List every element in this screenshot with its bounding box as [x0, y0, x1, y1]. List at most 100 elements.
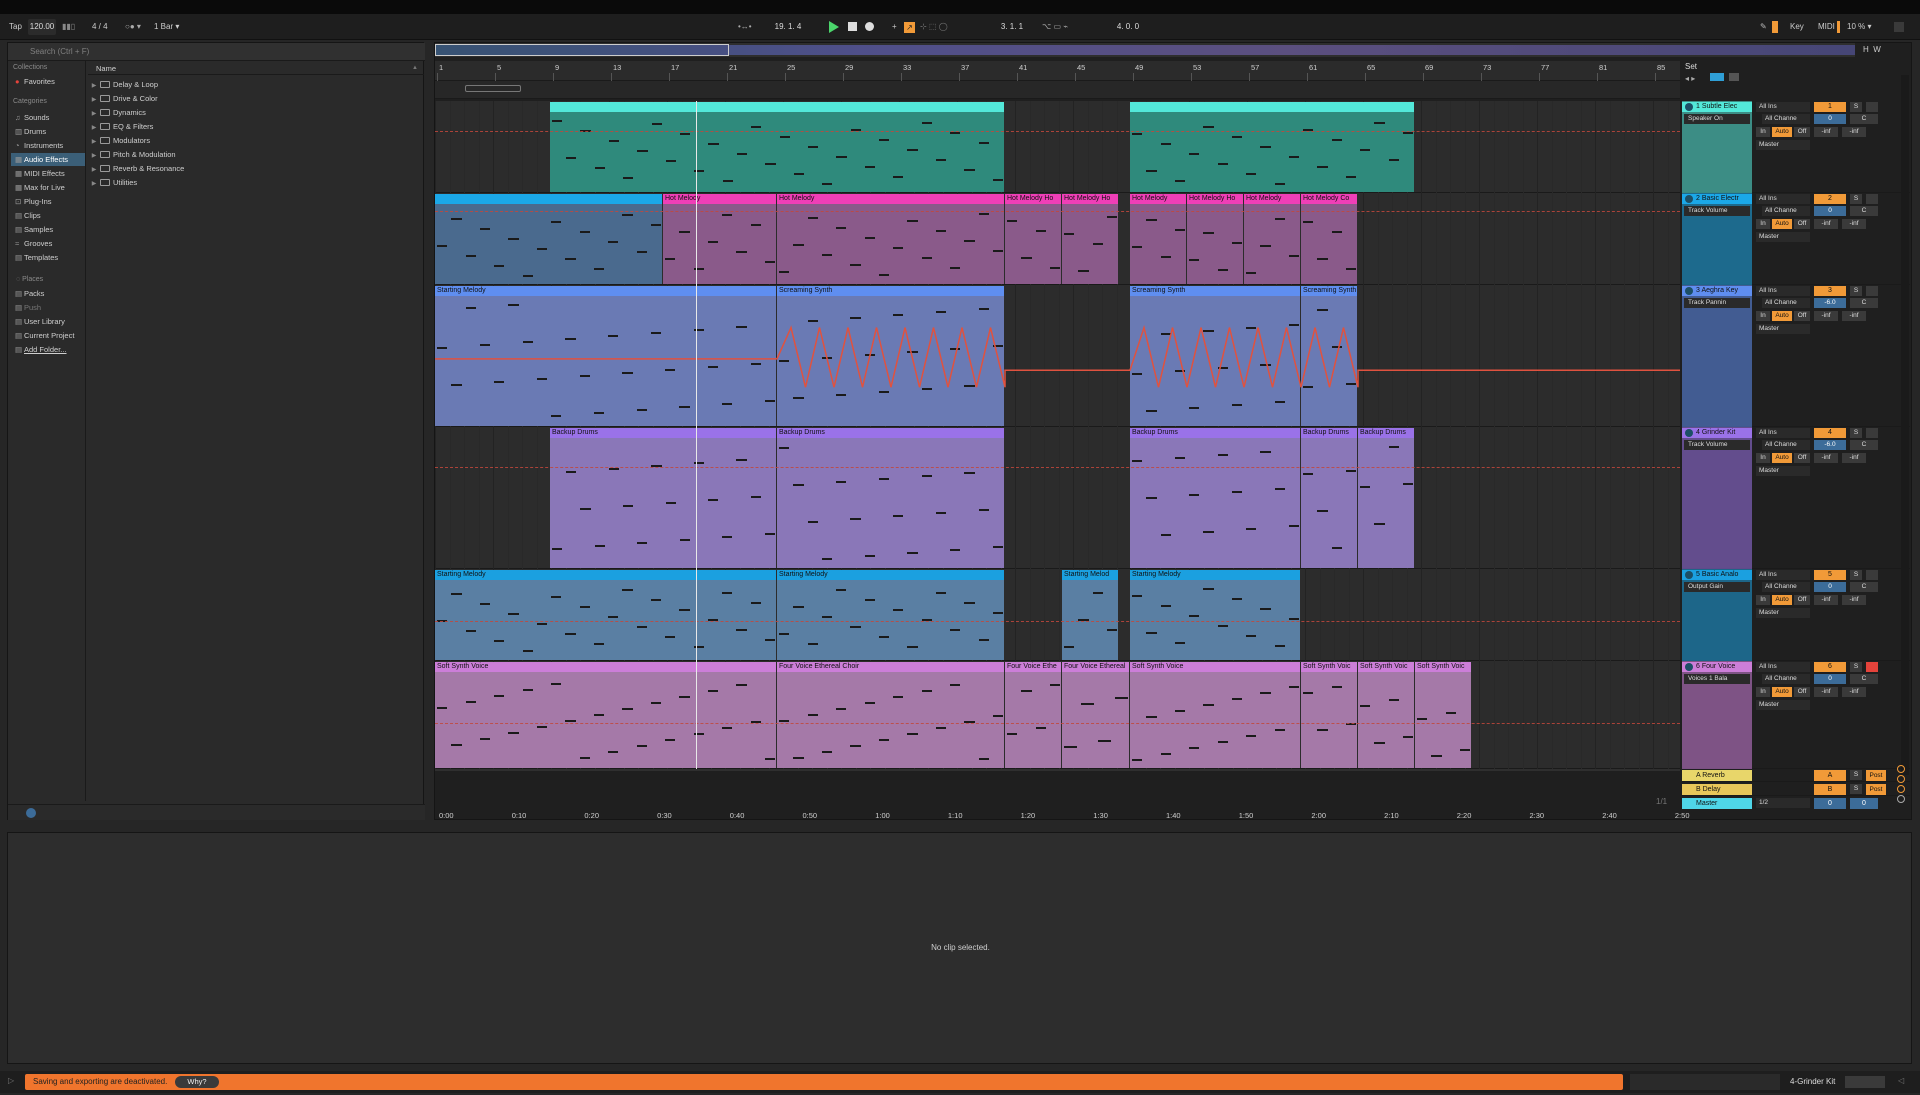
monitor-off[interactable]: Off: [1794, 311, 1810, 321]
clip[interactable]: Starting Melod: [1062, 570, 1118, 660]
track-fold-icon[interactable]: [1685, 287, 1693, 295]
solo-button[interactable]: S: [1850, 194, 1862, 204]
tempo-field[interactable]: 120.00: [28, 19, 56, 35]
clip[interactable]: Backup Drums: [1130, 428, 1300, 568]
master-pan[interactable]: 0: [1850, 798, 1878, 809]
clip[interactable]: Hot Melody Ho: [1187, 194, 1243, 284]
clip[interactable]: Soft Synth Voice: [1130, 662, 1300, 768]
volume-field[interactable]: 0: [1814, 206, 1846, 216]
sidebar-item-user-library[interactable]: ▤ User Library: [11, 315, 85, 328]
pan-field[interactable]: C: [1850, 206, 1878, 216]
track-activator[interactable]: 2: [1814, 194, 1846, 204]
zoom-buttons[interactable]: [1895, 763, 1909, 813]
metronome-icon[interactable]: ○● ▾: [125, 19, 141, 35]
vertical-scrollbar[interactable]: [1901, 75, 1909, 775]
input-type-select[interactable]: All Ins: [1756, 194, 1810, 204]
sidebar-item-grooves[interactable]: ≈ Grooves: [11, 237, 85, 250]
midi-map-button[interactable]: MIDI: [1818, 19, 1835, 35]
browser-item-eq-filters[interactable]: ▶ EQ & Filters: [88, 120, 388, 133]
record-icon[interactable]: [865, 22, 874, 31]
track-device-chooser[interactable]: Speaker On: [1684, 114, 1750, 124]
input-type-select[interactable]: All Ins: [1756, 102, 1810, 112]
monitor-off[interactable]: Off: [1794, 219, 1810, 229]
clip[interactable]: Starting Melody: [1130, 570, 1300, 660]
input-type-select[interactable]: All Ins: [1756, 286, 1810, 296]
return-activator[interactable]: B: [1814, 784, 1846, 795]
track-device-chooser[interactable]: Track Pannin: [1684, 298, 1750, 308]
arm-icon[interactable]: [1866, 194, 1878, 204]
post-button[interactable]: Post: [1866, 784, 1886, 795]
output-select[interactable]: Master: [1756, 466, 1810, 476]
arm-icon[interactable]: [1866, 286, 1878, 296]
send-b[interactable]: -inf: [1842, 595, 1866, 605]
return-solo-button[interactable]: S: [1850, 784, 1862, 794]
browser-search-input[interactable]: Search (Ctrl + F): [8, 43, 425, 61]
loop-start[interactable]: 3. 1. 1: [990, 19, 1034, 35]
browser-item-delay-loop[interactable]: ▶ Delay & Loop: [88, 78, 388, 91]
volume-field[interactable]: -6.0: [1814, 440, 1846, 450]
track-fold-icon[interactable]: [1685, 103, 1693, 111]
sidebar-item-clips[interactable]: ▤ Clips: [11, 209, 85, 222]
volume-field[interactable]: -6.0: [1814, 298, 1846, 308]
punch-icon[interactable]: ⊹ ⬚ ◯: [920, 19, 948, 35]
overview-strip[interactable]: [435, 43, 1855, 57]
track-fold-icon[interactable]: [1685, 663, 1693, 671]
clip[interactable]: Backup Drums: [1301, 428, 1357, 568]
arm-icon[interactable]: [1866, 102, 1878, 112]
clip[interactable]: Hot Melody: [663, 194, 776, 284]
clip[interactable]: Soft Synth Voic: [1415, 662, 1471, 768]
return-name[interactable]: A Reverb: [1682, 770, 1752, 781]
clip[interactable]: Four Voice Ethereal Choir: [777, 662, 1004, 768]
solo-button[interactable]: S: [1850, 570, 1862, 580]
monitor-auto[interactable]: Auto: [1772, 687, 1792, 697]
sidebar-item-samples[interactable]: ▤ Samples: [11, 223, 85, 236]
overview-viewport[interactable]: [435, 44, 729, 56]
clip[interactable]: Soft Synth Voic: [1358, 662, 1414, 768]
monitor-in[interactable]: In: [1756, 311, 1770, 321]
monitor-auto[interactable]: Auto: [1772, 127, 1792, 137]
sidebar-item-max-for-live[interactable]: ▦ Max for Live: [11, 181, 85, 194]
volume-field[interactable]: 0: [1814, 674, 1846, 684]
monitor-auto[interactable]: Auto: [1772, 453, 1792, 463]
monitor-in[interactable]: In: [1756, 595, 1770, 605]
input-channel-select[interactable]: All Channe: [1762, 674, 1810, 684]
clip[interactable]: Hot Melody Ho: [1062, 194, 1118, 284]
browser-item-pitch-modulation[interactable]: ▶ Pitch & Modulation: [88, 148, 388, 161]
monitor-in[interactable]: In: [1756, 687, 1770, 697]
output-select[interactable]: Master: [1756, 700, 1810, 710]
arm-icon[interactable]: [1866, 428, 1878, 438]
sidebar-item-templates[interactable]: ▤ Templates: [11, 251, 85, 264]
clip[interactable]: Four Voice Ethe: [1005, 662, 1061, 768]
monitor-in[interactable]: In: [1756, 453, 1770, 463]
track-fold-icon[interactable]: [1685, 195, 1693, 203]
clip[interactable]: Soft Synth Voice: [435, 662, 776, 768]
follow-toggle[interactable]: [1709, 73, 1724, 81]
sidebar-item-midi-effects[interactable]: ▦ MIDI Effects: [11, 167, 85, 180]
clip[interactable]: [1130, 102, 1414, 192]
bar-ruler[interactable]: 1 5 9 13 17 21 25 29 33 37 41 45 49 53 57 61 65 69 73 77 81 8…: [435, 61, 1680, 81]
time-ruler[interactable]: 0:00 0:10 0:20 0:30 0:40 0:50 1:00 1:10 1:20 1:30…: [435, 811, 1690, 821]
solo-button[interactable]: S: [1850, 286, 1862, 296]
monitor-off[interactable]: Off: [1794, 453, 1810, 463]
track-activator[interactable]: 5: [1814, 570, 1846, 580]
monitor-auto[interactable]: Auto: [1772, 595, 1792, 605]
monitor-off[interactable]: Off: [1794, 687, 1810, 697]
return-name[interactable]: B Delay: [1682, 784, 1752, 795]
follow-icon[interactable]: •↔•: [738, 19, 752, 35]
clip[interactable]: Four Voice Ethereal: [1062, 662, 1129, 768]
track-lanes[interactable]: Hot Melody Hot Melody Hot Melody Ho Hot Mel…: [435, 101, 1680, 771]
clip[interactable]: Hot Melody: [777, 194, 1004, 284]
send-a[interactable]: -inf: [1814, 127, 1838, 137]
send-b[interactable]: -inf: [1842, 453, 1866, 463]
pencil-icon[interactable]: ✎: [1760, 19, 1767, 35]
clip[interactable]: Hot Melody: [1244, 194, 1300, 284]
key-map-button[interactable]: Key: [1790, 19, 1804, 35]
add-folder-link[interactable]: ▤ Add Folder...: [11, 343, 85, 356]
output-select[interactable]: Master: [1756, 608, 1810, 618]
clip[interactable]: Backup Drums: [777, 428, 1004, 568]
clip[interactable]: Hot Melody: [1130, 194, 1186, 284]
output-select[interactable]: Master: [1756, 324, 1810, 334]
sidebar-item-drums[interactable]: ▥ Drums: [11, 125, 85, 138]
view-toggle[interactable]: [1728, 73, 1739, 81]
track-device-chooser[interactable]: Output Gain: [1684, 582, 1750, 592]
